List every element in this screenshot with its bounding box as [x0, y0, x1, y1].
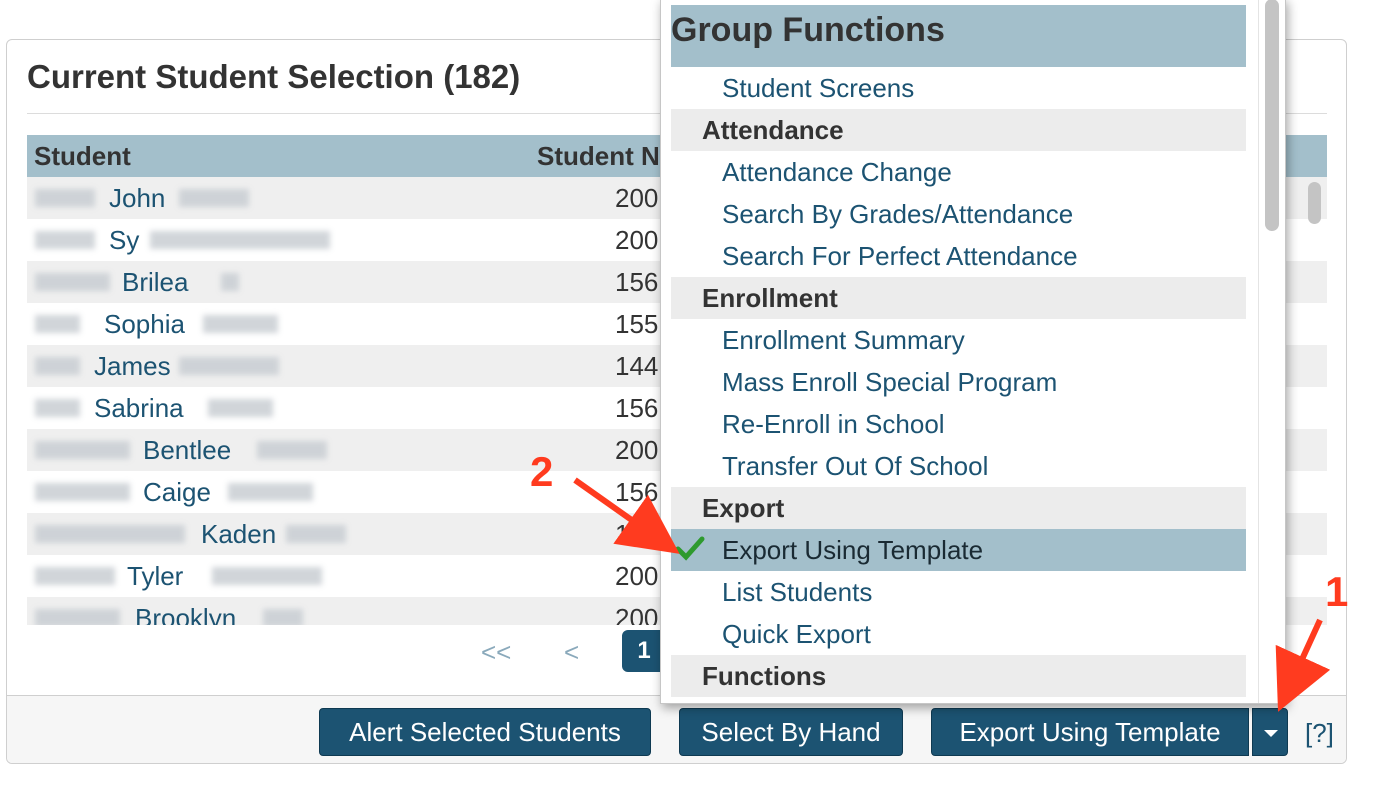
menu-item-label: Search By Grades/Attendance: [722, 199, 1074, 229]
student-name-link[interactable]: Sy: [109, 219, 139, 261]
student-number: 200: [615, 183, 659, 213]
redacted-last-name: [35, 567, 115, 585]
student-name-link[interactable]: Kaden: [201, 513, 276, 555]
group-functions-menu: Group Functions Student Screens Attendanc…: [660, 0, 1286, 704]
menu-item-label: Enrollment Summary: [722, 325, 965, 355]
pager-first-button[interactable]: <<: [481, 637, 511, 668]
student-number: 200: [615, 603, 659, 625]
menu-item[interactable]: Search For Perfect Attendance: [671, 235, 1246, 277]
menu-scrollbar-thumb[interactable]: [1265, 0, 1279, 231]
redacted-last-name: [35, 483, 130, 501]
column-header-student-number[interactable]: Student N: [537, 135, 660, 177]
menu-item[interactable]: Export Using Template: [671, 529, 1246, 571]
redacted-last-name: [35, 525, 185, 543]
group-functions-dropdown-button[interactable]: [1252, 708, 1288, 756]
table-scrollbar[interactable]: [1307, 182, 1321, 224]
student-number: 144: [615, 351, 659, 381]
redacted-middle-name: [150, 231, 330, 249]
student-number: 156: [615, 477, 659, 507]
menu-item[interactable]: Search By Grades/Attendance: [671, 193, 1246, 235]
redacted-last-name: [35, 231, 95, 249]
redacted-middle-name: [203, 315, 278, 333]
panel-title: Current Student Selection (182): [27, 58, 521, 95]
redacted-middle-name: [263, 609, 303, 625]
student-number: 155: [615, 309, 659, 339]
menu-item-label: List Students: [722, 577, 873, 607]
student-number: 200: [615, 561, 659, 591]
menu-item[interactable]: Mass Enroll Special Program: [671, 361, 1246, 403]
group-functions-menu-title: Group Functions: [671, 5, 1246, 67]
redacted-last-name: [35, 315, 80, 333]
student-name-link[interactable]: Tyler: [127, 555, 183, 597]
redacted-middle-name: [211, 567, 322, 585]
pager-prev-button[interactable]: <: [564, 637, 579, 668]
checkmark-icon: [675, 536, 705, 561]
menu-item[interactable]: Student Screens: [671, 67, 1246, 109]
student-name-link[interactable]: Bentlee: [143, 429, 231, 471]
student-name-link[interactable]: John: [109, 177, 165, 219]
redacted-middle-name: [285, 525, 346, 543]
select-by-hand-button[interactable]: Select By Hand: [679, 708, 903, 756]
redacted-middle-name: [207, 399, 273, 417]
menu-item-label: Attendance Change: [722, 157, 952, 187]
student-name-link[interactable]: Sabrina: [94, 387, 184, 429]
student-name-link[interactable]: Caige: [143, 471, 211, 513]
student-name-link[interactable]: James: [94, 345, 171, 387]
menu-group-header: Enrollment: [671, 277, 1246, 319]
redacted-last-name: [35, 441, 130, 459]
redacted-last-name: [35, 273, 110, 291]
menu-item[interactable]: Transfer Out Of School: [671, 445, 1246, 487]
menu-item-label: Search For Perfect Attendance: [722, 241, 1078, 271]
redacted-last-name: [35, 609, 120, 625]
student-number: 149: [615, 519, 659, 549]
redacted-last-name: [35, 399, 80, 417]
redacted-last-name: [35, 189, 95, 207]
student-number: 156: [615, 267, 659, 297]
menu-item[interactable]: Attendance Change: [671, 151, 1246, 193]
student-number: 200: [615, 435, 659, 465]
redacted-middle-name: [221, 273, 239, 291]
menu-scrollbar[interactable]: [1258, 0, 1284, 703]
caret-down-icon: [1264, 730, 1278, 737]
redacted-middle-name: [227, 483, 313, 501]
student-number: 200: [615, 225, 659, 255]
menu-item[interactable]: Enrollment Summary: [671, 319, 1246, 361]
menu-item-label: Mass Enroll Special Program: [722, 367, 1058, 397]
redacted-middle-name: [256, 441, 327, 459]
annotation-step-1: 1: [1325, 568, 1349, 615]
group-functions-list: Student Screens Attendance Attendance Chan…: [671, 67, 1246, 697]
menu-item[interactable]: Re-Enroll in School: [671, 403, 1246, 445]
help-link[interactable]: [?]: [1305, 718, 1334, 749]
menu-item-label: Re-Enroll in School: [722, 409, 945, 439]
column-header-student[interactable]: Student: [34, 135, 131, 177]
menu-item-label: Export Using Template: [722, 535, 984, 565]
menu-item[interactable]: List Students: [671, 571, 1246, 613]
menu-group-header: Export: [671, 487, 1246, 529]
menu-title-text: Group Functions: [671, 11, 945, 49]
menu-item-label: Transfer Out Of School: [722, 451, 989, 481]
table-scrollbar-thumb[interactable]: [1308, 182, 1321, 224]
menu-group-header: Functions: [671, 655, 1246, 697]
menu-item-label: Quick Export: [722, 619, 871, 649]
menu-item-label: Student Screens: [722, 73, 915, 103]
menu-group-header: Attendance: [671, 109, 1246, 151]
redacted-last-name: [35, 357, 80, 375]
panel-footer: Alert Selected Students Select By Hand E…: [7, 695, 1346, 763]
redacted-middle-name: [179, 189, 249, 207]
redacted-middle-name: [178, 357, 279, 375]
export-using-template-button[interactable]: Export Using Template: [931, 708, 1249, 756]
student-number: 156: [615, 393, 659, 423]
student-name-link[interactable]: Sophia: [104, 303, 185, 345]
student-name-link[interactable]: Brooklyn: [135, 597, 236, 625]
alert-selected-students-button[interactable]: Alert Selected Students: [319, 708, 651, 756]
annotation-step-2: 2: [530, 448, 554, 495]
menu-item[interactable]: Quick Export: [671, 613, 1246, 655]
student-name-link[interactable]: Brilea: [122, 261, 188, 303]
